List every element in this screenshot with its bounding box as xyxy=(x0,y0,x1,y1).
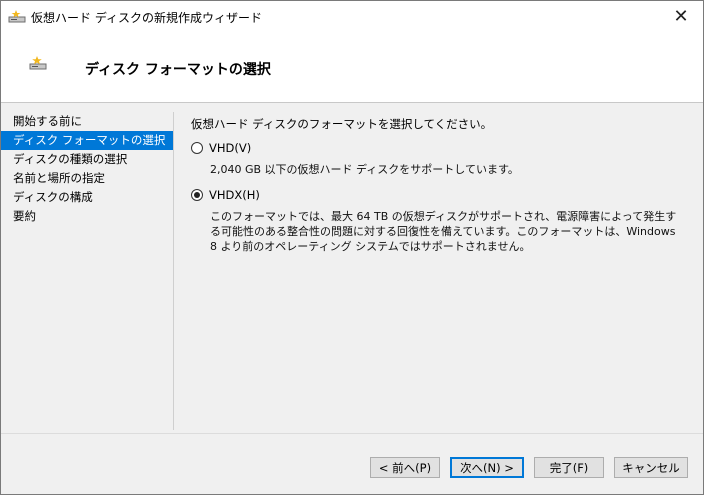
nav-item-configure-disk[interactable]: ディスクの構成 xyxy=(1,188,173,207)
wizard-window: 仮想ハード ディスクの新規作成ウィザード ✕ ディスク フォーマットの選択 開始… xyxy=(0,0,704,495)
close-icon: ✕ xyxy=(673,5,689,27)
vhdx-label[interactable]: VHDX(H) xyxy=(209,188,260,202)
title-bar: 仮想ハード ディスクの新規作成ウィザード ✕ xyxy=(1,1,703,31)
close-button[interactable]: ✕ xyxy=(659,1,703,31)
virtual-disk-icon xyxy=(8,10,26,23)
footer-divider xyxy=(1,433,703,434)
intro-text: 仮想ハード ディスクのフォーマットを選択してください。 xyxy=(191,117,493,131)
nav-item-choose-disk-format[interactable]: ディスク フォーマットの選択 xyxy=(1,131,173,150)
finish-button[interactable]: 完了(F) xyxy=(534,457,604,478)
page-title: ディスク フォーマットの選択 xyxy=(85,62,271,78)
vhdx-radio[interactable] xyxy=(191,189,203,201)
main-area: 開始する前に ディスク フォーマットの選択 ディスクの種類の選択 名前と場所の指… xyxy=(1,103,703,433)
next-button[interactable]: 次へ(N) > xyxy=(450,457,524,478)
vhd-option[interactable]: VHD(V) xyxy=(191,141,251,155)
vhd-radio[interactable] xyxy=(191,142,203,154)
nav-item-before-you-begin[interactable]: 開始する前に xyxy=(1,112,173,131)
vhdx-option[interactable]: VHDX(H) xyxy=(191,188,260,202)
virtual-disk-icon xyxy=(29,56,47,70)
vhd-description: 2,040 GB 以下の仮想ハード ディスクをサポートしています。 xyxy=(210,163,519,176)
wizard-steps-nav: 開始する前に ディスク フォーマットの選択 ディスクの種類の選択 名前と場所の指… xyxy=(1,112,173,226)
wizard-footer: < 前へ(P) 次へ(N) > 完了(F) キャンセル xyxy=(1,433,703,494)
vhd-label[interactable]: VHD(V) xyxy=(209,141,251,155)
content-pane: 仮想ハード ディスクのフォーマットを選択してください。 VHD(V) 2,040… xyxy=(191,116,691,253)
nav-item-choose-disk-type[interactable]: ディスクの種類の選択 xyxy=(1,150,173,169)
wizard-header: ディスク フォーマットの選択 xyxy=(1,31,703,103)
nav-divider xyxy=(173,112,174,430)
nav-item-summary[interactable]: 要約 xyxy=(1,207,173,226)
back-button[interactable]: < 前へ(P) xyxy=(370,457,440,478)
nav-item-specify-name-location[interactable]: 名前と場所の指定 xyxy=(1,169,173,188)
cancel-button[interactable]: キャンセル xyxy=(614,457,688,478)
window-title: 仮想ハード ディスクの新規作成ウィザード xyxy=(31,11,262,25)
vhdx-description: このフォーマットでは、最大 64 TB の仮想ディスクがサポートされ、電源障害に… xyxy=(210,210,677,253)
